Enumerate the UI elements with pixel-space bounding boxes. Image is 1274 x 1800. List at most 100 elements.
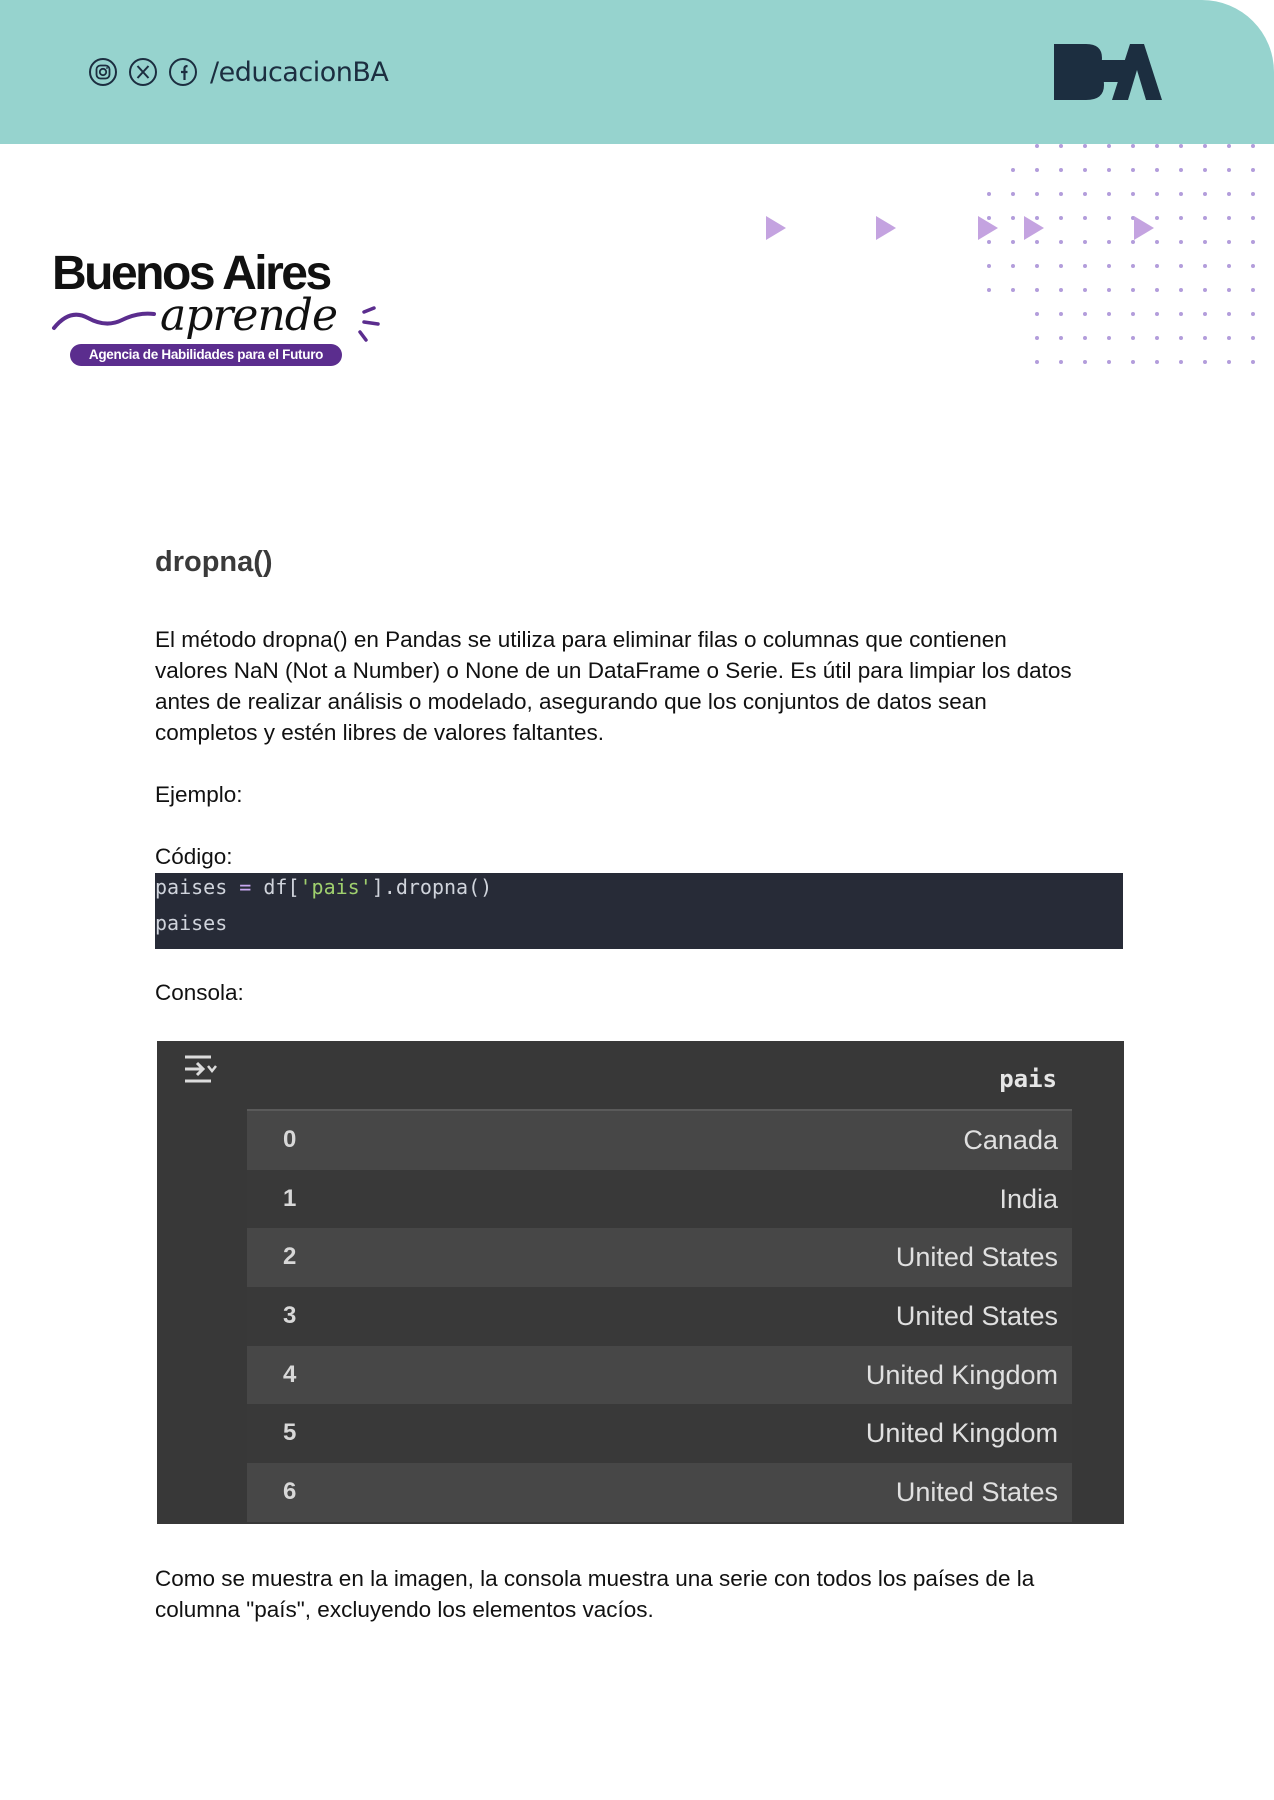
decor-dot <box>1131 168 1135 172</box>
decor-dot <box>1179 264 1183 268</box>
row-value: United Kingdom <box>865 1359 1058 1390</box>
spark-icon <box>358 306 380 342</box>
row-index: 5 <box>283 1419 297 1447</box>
decor-dot <box>1179 288 1183 292</box>
row-value: United States <box>895 1242 1058 1273</box>
section-heading: dropna() <box>155 546 273 578</box>
decor-dot <box>1227 168 1231 172</box>
squiggle-icon <box>52 311 156 330</box>
decor-dot <box>1131 336 1135 340</box>
code-label: Código: <box>155 844 233 869</box>
header-band: /educacionBA <box>0 0 1274 144</box>
paragraph-line: antes de realizar análisis o modelado, a… <box>155 689 987 714</box>
facebook-icon[interactable] <box>168 57 198 87</box>
decor-dot <box>1203 144 1207 148</box>
code-line: paises = df['pais'].dropna() <box>155 875 492 899</box>
paragraph-line: completos y estén libres de valores falt… <box>155 720 604 745</box>
brand-script: aprende <box>160 290 338 341</box>
decor-dot <box>1203 336 1207 340</box>
decor-dot <box>1035 336 1039 340</box>
decor-dot <box>1131 288 1135 292</box>
row-index: 1 <box>283 1184 297 1212</box>
decor-dot <box>1155 168 1159 172</box>
table-row: 4 United Kingdom <box>247 1345 1072 1405</box>
decor-dot <box>1179 360 1183 364</box>
arrow-decoration <box>766 216 1154 240</box>
intro-paragraph: El método dropna() en Pandas se utiliza … <box>155 624 1115 748</box>
decor-dot <box>1131 264 1135 268</box>
decor-dot <box>1251 264 1255 268</box>
decor-dot <box>1155 144 1159 148</box>
decor-dot <box>1251 192 1255 196</box>
decor-dot <box>1155 192 1159 196</box>
paragraph-line: valores NaN (Not a Number) o None de un … <box>155 658 1072 683</box>
decor-dot <box>987 288 991 292</box>
series-rows: 0 Canada 1 India 2 United States 3 Unite… <box>247 1111 1072 1522</box>
decor-dot <box>1179 168 1183 172</box>
instagram-icon[interactable] <box>88 57 118 87</box>
decor-dot <box>1227 288 1231 292</box>
decor-dot <box>1107 168 1111 172</box>
decor-dot <box>1179 240 1183 244</box>
decor-dot <box>1203 216 1207 220</box>
decor-dot <box>1107 264 1111 268</box>
decor-dot <box>1251 168 1255 172</box>
decor-dot <box>1107 144 1111 148</box>
social-handle[interactable]: /educacionBA <box>210 57 389 88</box>
decor-dot <box>1059 192 1063 196</box>
row-value: United States <box>895 1301 1058 1332</box>
paragraph-line: Como se muestra en la imagen, la consola… <box>155 1566 1035 1591</box>
decor-dot <box>1155 264 1159 268</box>
decor-dot <box>1203 168 1207 172</box>
paragraph-line: columna "país", excluyendo los elementos… <box>155 1597 654 1622</box>
decor-dot <box>1251 216 1255 220</box>
decor-dot <box>1155 312 1159 316</box>
social-links: /educacionBA <box>88 54 389 90</box>
x-icon[interactable] <box>128 57 158 87</box>
decor-dot <box>1059 168 1063 172</box>
decor-dot <box>1011 288 1015 292</box>
decor-dot <box>1179 192 1183 196</box>
decor-dot <box>1131 192 1135 196</box>
ba-logo <box>1054 44 1162 100</box>
decor-dot <box>1251 288 1255 292</box>
code-variable: paises <box>155 875 228 899</box>
code-block: paises = df['pais'].dropna() paises <box>155 873 1123 949</box>
decor-dot <box>1227 192 1231 196</box>
row-value: India <box>999 1183 1058 1214</box>
decor-dot <box>1083 288 1087 292</box>
decor-dot <box>1035 288 1039 292</box>
decor-dot <box>1227 144 1231 148</box>
decor-dot <box>1083 360 1087 364</box>
row-index: 0 <box>283 1126 297 1153</box>
code-string: 'pais' <box>299 875 372 899</box>
row-value: Canada <box>963 1125 1058 1155</box>
decor-dot <box>1107 360 1111 364</box>
table-row: 2 United States <box>247 1228 1072 1288</box>
decor-dot <box>1107 312 1111 316</box>
decor-dot <box>1035 144 1039 148</box>
table-row: 3 United States <box>247 1287 1072 1346</box>
decor-dot <box>1083 336 1087 340</box>
decor-dot <box>1251 336 1255 340</box>
decor-dot <box>1035 192 1039 196</box>
decor-dot <box>1155 360 1159 364</box>
code-line: paises <box>155 911 228 935</box>
decor-dot <box>1203 192 1207 196</box>
code-call: ].dropna() <box>371 875 493 899</box>
decor-dot <box>1107 288 1111 292</box>
decor-dot <box>1059 264 1063 268</box>
code-expression: df[ <box>263 875 300 899</box>
decor-dot <box>1011 264 1015 268</box>
decor-dot <box>1035 360 1039 364</box>
decor-dot <box>1107 336 1111 340</box>
decor-dot <box>1035 168 1039 172</box>
decor-dot <box>987 192 991 196</box>
row-value: United Kingdom <box>865 1418 1058 1449</box>
decor-dot <box>1155 288 1159 292</box>
decor-dot <box>1131 312 1135 316</box>
column-header: pais <box>999 1065 1057 1093</box>
row-index: 2 <box>283 1243 297 1271</box>
decor-dot <box>1251 312 1255 316</box>
decor-dot <box>1179 336 1183 340</box>
